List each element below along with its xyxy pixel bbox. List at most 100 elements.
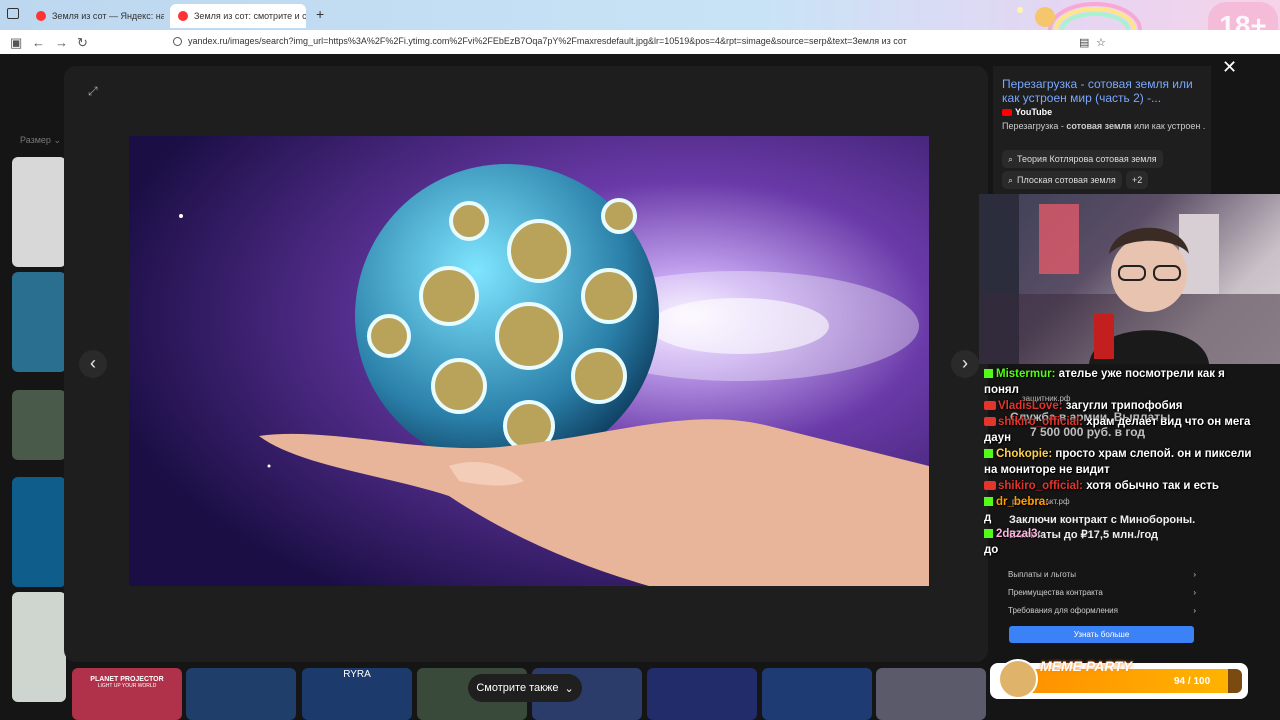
chevron-right-icon: › [1193, 570, 1196, 579]
size-filter-label: Размер [20, 135, 51, 145]
back-icon[interactable]: ← [32, 35, 45, 50]
rainbow-decoration-icon [1017, 2, 1142, 30]
forward-icon[interactable]: → [55, 35, 68, 50]
reload-icon[interactable]: ↻ [77, 35, 88, 51]
chat-username[interactable]: shikiro_official: [998, 480, 1083, 492]
yandex-favicon-icon [36, 11, 46, 21]
ad-row-label: Требования для оформления [1008, 606, 1118, 615]
description-highlight: сотовая земля [1066, 121, 1132, 131]
tab-image-view[interactable]: Земля из сот: смотрите и скач... ✕ [170, 4, 306, 28]
url-field[interactable]: yandex.ru/images/search?img_url=https%3A… [188, 36, 907, 46]
chat-message: shikiro_official: храм делает вид что он… [984, 414, 1254, 446]
chat-badge-icon [984, 529, 993, 539]
chat-badge-icon [984, 449, 993, 459]
chat-text: хотя обычно так и есть [1083, 480, 1219, 492]
related-query-chip[interactable]: ⌕ Теория Котлярова сотовая земля [1002, 150, 1163, 168]
thumbnail-ryra[interactable]: RYRA [302, 668, 412, 720]
chip-label: Теория Котлярова сотовая земля [1017, 154, 1157, 164]
search-icon: ⌕ [1008, 153, 1014, 164]
tabs-icon[interactable] [7, 8, 19, 19]
sidebar-toggle-icon[interactable]: ▣ [10, 35, 22, 51]
see-also-label: Смотрите также [476, 682, 559, 694]
chat-badge-icon [984, 497, 993, 507]
result-thumbnail[interactable] [12, 477, 66, 587]
chevron-right-icon: › [1193, 606, 1196, 615]
description-text: или как устроен ... [1131, 121, 1206, 131]
chat-badge-icon [984, 481, 996, 491]
chat-username[interactable]: VladisLove: [998, 400, 1063, 412]
chat-username[interactable]: 2dazal3: [996, 528, 1041, 540]
chat-text: д [984, 512, 992, 524]
chip-label: +2 [1132, 175, 1143, 185]
ad-link-benefits[interactable]: Преимущества контракта › [1008, 588, 1196, 597]
source-description: Перезагрузка - сотовая земля или как уст… [1002, 121, 1206, 131]
chat-badge-icon [984, 401, 996, 411]
address-bar: ▣ ← → ↻ yandex.ru/images/search?img_url=… [0, 30, 1280, 54]
size-filter[interactable]: Размер ⌄ [20, 135, 61, 146]
chat-badge-icon [984, 369, 993, 379]
close-viewer-icon[interactable]: ✕ [1222, 57, 1237, 78]
chat-username[interactable]: shikiro_official: [998, 416, 1083, 428]
meme-party-count: 94 / 100 [1174, 676, 1211, 687]
chat-message: 2dazal3: [984, 526, 1254, 542]
reader-icon[interactable]: ▤ [1079, 36, 1089, 49]
ad-row-label: Преимущества контракта [1008, 588, 1103, 597]
thumbnail[interactable] [186, 668, 296, 720]
prev-image-button[interactable]: ‹ [79, 350, 107, 378]
lock-icon [173, 37, 182, 46]
main-image[interactable] [129, 136, 929, 586]
chat-message: Chokopie: просто храм слепой. он и пиксе… [984, 446, 1254, 478]
thumbnail-caption: RYRA [343, 669, 371, 680]
thumbnail[interactable] [647, 668, 757, 720]
chat-badge-icon [984, 417, 996, 427]
chat-username[interactable]: Mistermur: [996, 368, 1055, 380]
meme-party-title: MEME PARTY [1040, 658, 1133, 674]
fullscreen-icon[interactable]: ⤢ [88, 84, 100, 98]
chat-text: загугли трипофобия [1062, 400, 1183, 412]
chat-username[interactable]: dr_bebra: [996, 496, 1049, 508]
thumbnail[interactable] [876, 668, 986, 720]
yandex-favicon-icon [178, 11, 188, 21]
chat-message: VladisLove: загугли трипофобия [984, 398, 1254, 414]
description-text: Перезагрузка - [1002, 121, 1067, 131]
thumbnail[interactable] [762, 668, 872, 720]
ad-link-requirements[interactable]: Требования для оформления › [1008, 606, 1196, 615]
source-title-link[interactable]: Перезагрузка - сотовая земля или как уст… [1002, 77, 1202, 105]
chat-text: до [984, 544, 999, 556]
streamer-webcam [979, 194, 1280, 364]
chat-message: до [984, 542, 1254, 558]
search-icon: ⌕ [1008, 174, 1014, 185]
browser-tab-bar: Земля из сот — Яндекс: нашло... ✕ Земля … [0, 0, 1280, 50]
tab-label: Земля из сот — Яндекс: нашло... [52, 11, 164, 21]
related-query-chip[interactable]: ⌕ Плоская сотовая земля [1002, 171, 1122, 189]
more-chips-button[interactable]: +2 [1126, 171, 1149, 189]
tab-yandex-search[interactable]: Земля из сот — Яндекс: нашло... ✕ [28, 4, 164, 28]
source-site[interactable]: YouTube [1002, 107, 1052, 117]
result-thumbnail[interactable] [12, 272, 66, 372]
result-thumbnail[interactable] [12, 390, 66, 460]
thumbnail-planet-projector[interactable]: PLANET PROJECTOR LIGHT UP YOUR WORLD [72, 668, 182, 720]
source-site-label: YouTube [1015, 107, 1053, 117]
chevron-right-icon: › [1193, 588, 1196, 597]
see-also-button[interactable]: Смотрите также ⌄ [468, 674, 582, 702]
chat-message: shikiro_official: хотя обычно так и есть [984, 478, 1254, 494]
tab-label: Земля из сот: смотрите и скач... [194, 11, 306, 21]
result-thumbnail[interactable] [12, 592, 66, 702]
thumbnail-caption: PLANET PROJECTOR [90, 676, 164, 683]
bookmark-icon[interactable]: ☆ [1096, 36, 1106, 49]
stream-chat: Mistermur: ателье уже посмотрели как я п… [984, 366, 1254, 558]
chat-message: д [984, 510, 1254, 526]
chat-message: Mistermur: ателье уже посмотрели как я п… [984, 366, 1254, 398]
chat-message: dr_bebra: [984, 494, 1254, 510]
next-image-button[interactable]: › [951, 350, 979, 378]
chevron-down-icon: ⌄ [564, 682, 574, 695]
ad-row-label: Выплаты и льготы [1008, 570, 1076, 579]
ad-link-payments[interactable]: Выплаты и льготы › [1008, 570, 1196, 579]
youtube-icon [1002, 108, 1012, 116]
ad-learn-more-button[interactable]: Узнать больше [1009, 626, 1194, 643]
thumbnail-caption: LIGHT UP YOUR WORLD [97, 683, 157, 689]
chat-username[interactable]: Chokopie: [996, 448, 1052, 460]
doge-icon [998, 659, 1038, 699]
new-tab-button[interactable]: + [316, 6, 324, 22]
result-thumbnail[interactable] [12, 157, 66, 267]
